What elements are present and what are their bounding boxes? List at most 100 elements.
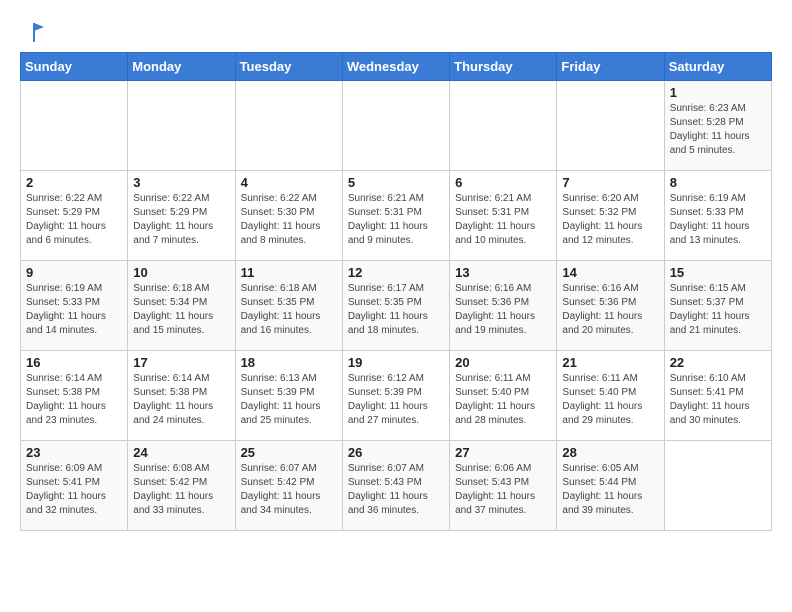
day-detail: Sunrise: 6:23 AM Sunset: 5:28 PM Dayligh… bbox=[670, 102, 766, 158]
day-cell: 26 Sunrise: 6:07 AM Sunset: 5:43 PM Dayli… bbox=[342, 441, 449, 531]
day-detail: Sunrise: 6:14 AM Sunset: 5:38 PM Dayligh… bbox=[26, 372, 122, 428]
day-cell: 27 Sunrise: 6:06 AM Sunset: 5:43 PM Dayli… bbox=[450, 441, 557, 531]
day-detail: Sunrise: 6:07 AM Sunset: 5:42 PM Dayligh… bbox=[241, 462, 337, 518]
day-cell: 19 Sunrise: 6:12 AM Sunset: 5:39 PM Dayli… bbox=[342, 351, 449, 441]
day-detail: Sunrise: 6:19 AM Sunset: 5:33 PM Dayligh… bbox=[670, 192, 766, 248]
day-number: 2 bbox=[26, 175, 122, 190]
day-number: 12 bbox=[348, 265, 444, 280]
day-cell bbox=[235, 81, 342, 171]
day-detail: Sunrise: 6:15 AM Sunset: 5:37 PM Dayligh… bbox=[670, 282, 766, 338]
day-detail: Sunrise: 6:06 AM Sunset: 5:43 PM Dayligh… bbox=[455, 462, 551, 518]
day-detail: Sunrise: 6:18 AM Sunset: 5:34 PM Dayligh… bbox=[133, 282, 229, 338]
week-row-3: 9 Sunrise: 6:19 AM Sunset: 5:33 PM Daylig… bbox=[21, 261, 772, 351]
day-cell: 18 Sunrise: 6:13 AM Sunset: 5:39 PM Dayli… bbox=[235, 351, 342, 441]
day-cell: 7 Sunrise: 6:20 AM Sunset: 5:32 PM Daylig… bbox=[557, 171, 664, 261]
day-detail: Sunrise: 6:14 AM Sunset: 5:38 PM Dayligh… bbox=[133, 372, 229, 428]
day-cell: 12 Sunrise: 6:17 AM Sunset: 5:35 PM Dayli… bbox=[342, 261, 449, 351]
day-cell bbox=[128, 81, 235, 171]
day-detail: Sunrise: 6:12 AM Sunset: 5:39 PM Dayligh… bbox=[348, 372, 444, 428]
column-header-sunday: Sunday bbox=[21, 53, 128, 81]
column-header-saturday: Saturday bbox=[664, 53, 771, 81]
column-header-thursday: Thursday bbox=[450, 53, 557, 81]
day-number: 6 bbox=[455, 175, 551, 190]
day-cell: 17Sunrise: 6:14 AM Sunset: 5:38 PM Dayli… bbox=[128, 351, 235, 441]
day-number: 19 bbox=[348, 355, 444, 370]
column-header-wednesday: Wednesday bbox=[342, 53, 449, 81]
day-detail: Sunrise: 6:21 AM Sunset: 5:31 PM Dayligh… bbox=[348, 192, 444, 248]
day-cell: 9 Sunrise: 6:19 AM Sunset: 5:33 PM Daylig… bbox=[21, 261, 128, 351]
day-detail: Sunrise: 6:10 AM Sunset: 5:41 PM Dayligh… bbox=[670, 372, 766, 428]
day-cell: 2 Sunrise: 6:22 AM Sunset: 5:29 PM Daylig… bbox=[21, 171, 128, 261]
day-number: 1 bbox=[670, 85, 766, 100]
day-detail: Sunrise: 6:20 AM Sunset: 5:32 PM Dayligh… bbox=[562, 192, 658, 248]
day-cell bbox=[450, 81, 557, 171]
day-cell: 8 Sunrise: 6:19 AM Sunset: 5:33 PM Daylig… bbox=[664, 171, 771, 261]
logo bbox=[20, 20, 44, 42]
day-detail: Sunrise: 6:16 AM Sunset: 5:36 PM Dayligh… bbox=[455, 282, 551, 338]
day-number: 11 bbox=[241, 265, 337, 280]
day-detail: Sunrise: 6:05 AM Sunset: 5:44 PM Dayligh… bbox=[562, 462, 658, 518]
day-detail: Sunrise: 6:22 AM Sunset: 5:29 PM Dayligh… bbox=[133, 192, 229, 248]
calendar-table: SundayMondayTuesdayWednesdayThursdayFrid… bbox=[20, 52, 772, 531]
day-number: 5 bbox=[348, 175, 444, 190]
day-number: 16 bbox=[26, 355, 122, 370]
day-detail: Sunrise: 6:17 AM Sunset: 5:35 PM Dayligh… bbox=[348, 282, 444, 338]
day-cell: 20Sunrise: 6:11 AM Sunset: 5:40 PM Dayli… bbox=[450, 351, 557, 441]
day-number: 25 bbox=[241, 445, 337, 460]
column-header-friday: Friday bbox=[557, 53, 664, 81]
day-cell: 10 Sunrise: 6:18 AM Sunset: 5:34 PM Dayli… bbox=[128, 261, 235, 351]
week-row-1: 1 Sunrise: 6:23 AM Sunset: 5:28 PM Daylig… bbox=[21, 81, 772, 171]
day-cell: 13 Sunrise: 6:16 AM Sunset: 5:36 PM Dayli… bbox=[450, 261, 557, 351]
day-cell: 6 Sunrise: 6:21 AM Sunset: 5:31 PM Daylig… bbox=[450, 171, 557, 261]
day-detail: Sunrise: 6:19 AM Sunset: 5:33 PM Dayligh… bbox=[26, 282, 122, 338]
day-cell bbox=[21, 81, 128, 171]
day-number: 28 bbox=[562, 445, 658, 460]
day-number: 7 bbox=[562, 175, 658, 190]
day-cell: 3 Sunrise: 6:22 AM Sunset: 5:29 PM Daylig… bbox=[128, 171, 235, 261]
day-detail: Sunrise: 6:07 AM Sunset: 5:43 PM Dayligh… bbox=[348, 462, 444, 518]
day-number: 8 bbox=[670, 175, 766, 190]
day-number: 3 bbox=[133, 175, 229, 190]
column-header-monday: Monday bbox=[128, 53, 235, 81]
day-detail: Sunrise: 6:22 AM Sunset: 5:29 PM Dayligh… bbox=[26, 192, 122, 248]
day-number: 14 bbox=[562, 265, 658, 280]
day-number: 26 bbox=[348, 445, 444, 460]
day-cell bbox=[342, 81, 449, 171]
header bbox=[20, 20, 772, 42]
day-number: 20 bbox=[455, 355, 551, 370]
header-row: SundayMondayTuesdayWednesdayThursdayFrid… bbox=[21, 53, 772, 81]
day-detail: Sunrise: 6:13 AM Sunset: 5:39 PM Dayligh… bbox=[241, 372, 337, 428]
day-cell: 14 Sunrise: 6:16 AM Sunset: 5:36 PM Dayli… bbox=[557, 261, 664, 351]
day-detail: Sunrise: 6:09 AM Sunset: 5:41 PM Dayligh… bbox=[26, 462, 122, 518]
day-number: 10 bbox=[133, 265, 229, 280]
day-cell: 28 Sunrise: 6:05 AM Sunset: 5:44 PM Dayli… bbox=[557, 441, 664, 531]
day-cell: 21 Sunrise: 6:11 AM Sunset: 5:40 PM Dayli… bbox=[557, 351, 664, 441]
day-number: 15 bbox=[670, 265, 766, 280]
logo-flag-icon bbox=[22, 20, 44, 42]
day-detail: Sunrise: 6:22 AM Sunset: 5:30 PM Dayligh… bbox=[241, 192, 337, 248]
day-cell bbox=[557, 81, 664, 171]
day-detail: Sunrise: 6:18 AM Sunset: 5:35 PM Dayligh… bbox=[241, 282, 337, 338]
day-cell: 23 Sunrise: 6:09 AM Sunset: 5:41 PM Dayli… bbox=[21, 441, 128, 531]
day-cell: 24Sunrise: 6:08 AM Sunset: 5:42 PM Dayli… bbox=[128, 441, 235, 531]
day-cell bbox=[664, 441, 771, 531]
day-cell: 4 Sunrise: 6:22 AM Sunset: 5:30 PM Daylig… bbox=[235, 171, 342, 261]
day-number: 13 bbox=[455, 265, 551, 280]
day-cell: 22 Sunrise: 6:10 AM Sunset: 5:41 PM Dayli… bbox=[664, 351, 771, 441]
day-number: 4 bbox=[241, 175, 337, 190]
day-cell: 15 Sunrise: 6:15 AM Sunset: 5:37 PM Dayli… bbox=[664, 261, 771, 351]
day-number: 9 bbox=[26, 265, 122, 280]
day-number: 27 bbox=[455, 445, 551, 460]
day-cell: 16 Sunrise: 6:14 AM Sunset: 5:38 PM Dayli… bbox=[21, 351, 128, 441]
day-detail: Sunrise: 6:11 AM Sunset: 5:40 PM Dayligh… bbox=[562, 372, 658, 428]
day-detail: Sunrise: 6:16 AM Sunset: 5:36 PM Dayligh… bbox=[562, 282, 658, 338]
day-number: 22 bbox=[670, 355, 766, 370]
day-number: 23 bbox=[26, 445, 122, 460]
day-cell: 25 Sunrise: 6:07 AM Sunset: 5:42 PM Dayli… bbox=[235, 441, 342, 531]
day-detail: Sunrise: 6:21 AM Sunset: 5:31 PM Dayligh… bbox=[455, 192, 551, 248]
week-row-2: 2 Sunrise: 6:22 AM Sunset: 5:29 PM Daylig… bbox=[21, 171, 772, 261]
day-number: 21 bbox=[562, 355, 658, 370]
day-cell: 11 Sunrise: 6:18 AM Sunset: 5:35 PM Dayli… bbox=[235, 261, 342, 351]
day-number: 18 bbox=[241, 355, 337, 370]
day-detail: Sunrise: 6:08 AM Sunset: 5:42 PM Dayligh… bbox=[133, 462, 229, 518]
